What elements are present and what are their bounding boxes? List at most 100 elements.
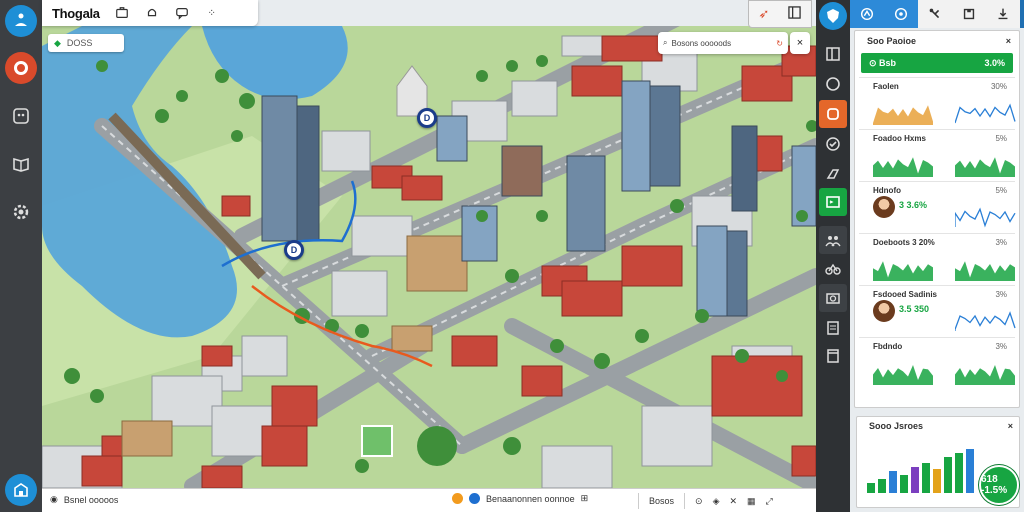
pointer-icon[interactable]: ➶ (759, 6, 770, 22)
metric-row[interactable]: Faolen 30% (859, 77, 1016, 129)
close-icon[interactable]: × (1008, 421, 1013, 431)
metric-value: 3 3.6% (899, 200, 928, 210)
tab-overview[interactable] (884, 0, 918, 28)
shield-icon[interactable] (819, 2, 847, 30)
metric-label: Faolen (873, 82, 899, 91)
metric-value: 3.5 350 (899, 304, 930, 314)
status-bar: ◉ Bsnel ooooos Benaanonnen oonnoe ⊞ Boso… (42, 488, 816, 512)
stats-banner-label: ⊙ Bsb (869, 58, 896, 69)
location-icon[interactable]: ◈ (713, 496, 720, 507)
tab-export[interactable] (986, 0, 1020, 28)
metric-label: Fsdooed Sadinis (873, 290, 938, 299)
map-tools: ➶ (748, 0, 812, 28)
check-icon[interactable] (819, 130, 847, 158)
stats-banner-value: 3.0% (984, 58, 1005, 68)
tab-analytics[interactable] (850, 0, 884, 28)
top-bar: Thogala ⁘ (42, 0, 258, 26)
leaf-icon: ◆ (54, 37, 61, 48)
compass-icon[interactable]: ⊙ (695, 496, 703, 507)
map-pin[interactable]: D (417, 108, 437, 128)
layers-icon[interactable]: ⊞ (581, 493, 589, 504)
target-icon[interactable] (5, 52, 37, 84)
map-pin[interactable]: D (284, 240, 304, 260)
circle-icon[interactable] (819, 70, 847, 98)
map-filter[interactable]: ◆ DOSS (48, 34, 124, 52)
metric-label: Foadoo Hxms (873, 134, 926, 143)
metric-row[interactable]: Hdnofo 5% 3 3.6% (859, 181, 1016, 233)
stats-panel-header: Soo Paoioe × (855, 31, 1019, 51)
map-pin-icon[interactable] (114, 5, 130, 21)
terminal-icon[interactable] (819, 188, 847, 216)
layers-icon[interactable] (819, 100, 847, 128)
divider (638, 493, 639, 509)
sparkline (873, 261, 933, 281)
map-search-placeholder: Bosons ooooods (671, 38, 732, 48)
summary-bar (955, 453, 963, 493)
sparkline (873, 105, 933, 125)
notes-icon[interactable] (819, 342, 847, 370)
map-filter-value: DOSS (66, 38, 93, 48)
sparkline (955, 261, 1015, 281)
metric-row[interactable]: Fsdooed Sadinis 3% 3.5 350 (859, 285, 1016, 337)
metric-row[interactable]: Foadoo Hxms 5% (859, 129, 1015, 181)
summary-panel-header: Sooo Jsroes × (857, 417, 1019, 435)
refresh-icon[interactable]: ↻ (776, 39, 783, 48)
metric-percent: 3% (995, 238, 1007, 247)
cross-icon[interactable]: ✕ (729, 496, 737, 507)
stats-banner[interactable]: ⊙ Bsb 3.0% (861, 53, 1013, 73)
more-icon[interactable]: ⁘ (204, 5, 220, 21)
ai-face-icon[interactable] (5, 100, 37, 132)
document-icon[interactable] (819, 314, 847, 342)
metric-row[interactable]: Doeboots 3 20% 3% (859, 233, 1015, 285)
summary-bar (911, 467, 919, 493)
camera-icon[interactable] (819, 284, 847, 312)
tab-save[interactable] (952, 0, 986, 28)
stats-panel-title: Soo Paoioe (867, 36, 917, 46)
sparkline (955, 311, 1016, 331)
map-search[interactable]: ⌕ Bosons ooooods ↻ (658, 32, 788, 54)
sparkline (873, 157, 933, 177)
status-right-text: Bosos (649, 496, 675, 506)
meditation-icon[interactable] (5, 5, 37, 37)
people-icon[interactable] (819, 226, 847, 254)
stats-panel: Soo Paoioe × ⊙ Bsb 3.0% Faolen 30% Foadoo … (854, 30, 1020, 408)
eraser-icon[interactable] (819, 160, 847, 188)
book-icon[interactable] (5, 148, 37, 180)
panel-icon[interactable] (819, 40, 847, 68)
building-icon[interactable] (5, 474, 37, 506)
tab-tools[interactable] (918, 0, 952, 28)
summary-panel-title: Sooo Jsroes (869, 421, 924, 431)
metric-percent: 3% (995, 342, 1007, 351)
gear-icon[interactable] (5, 196, 37, 228)
close-icon[interactable]: × (1006, 36, 1011, 46)
metric-percent: 5% (995, 186, 1007, 195)
sparkline (955, 103, 1016, 124)
summary-bar (966, 449, 974, 493)
city-map (42, 26, 816, 488)
map-view[interactable]: ◆ DOSS ⌕ Bosons ooooods ↻ × D D (42, 26, 816, 488)
grid-icon[interactable]: ▦ (747, 496, 756, 507)
status-left-text: Bsnel ooooos (63, 494, 119, 505)
summary-bar (867, 483, 875, 493)
search-icon: ⌕ (663, 38, 668, 47)
chat-icon[interactable] (174, 5, 190, 21)
summary-bar (933, 469, 941, 493)
avatar (873, 196, 895, 218)
metric-percent: 30% (990, 82, 1007, 91)
summary-bar (878, 479, 886, 493)
bike-icon[interactable] (819, 254, 847, 282)
bell-icon[interactable] (144, 5, 160, 21)
summary-badge: 618 -1.5% (979, 465, 1019, 505)
fullscreen-icon[interactable]: ⤢ (766, 496, 773, 507)
banner-label-text: Bsb (879, 57, 897, 68)
avatar (873, 300, 895, 322)
map-search-clear-button[interactable]: × (790, 32, 810, 54)
left-rail (0, 0, 42, 512)
right-panel-tabs (850, 0, 1024, 28)
layout-icon[interactable] (788, 6, 802, 22)
app-title: Thogala (52, 5, 100, 21)
metric-row[interactable]: Fbdndo 3% (859, 337, 1015, 389)
metric-label: Fbdndo (873, 342, 903, 351)
orange-dot-icon (452, 493, 463, 504)
summary-panel: Sooo Jsroes × 618 -1.5% (856, 416, 1020, 508)
